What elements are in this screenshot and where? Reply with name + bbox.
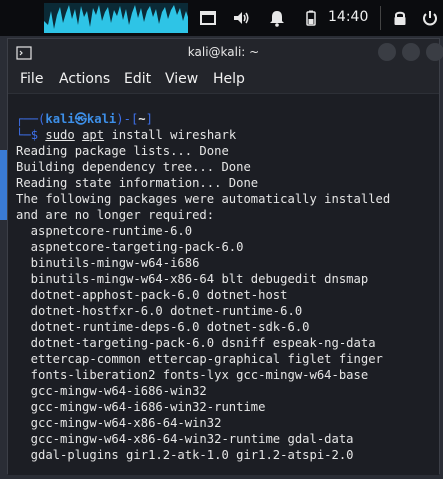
menu-edit[interactable]: Edit <box>124 71 151 87</box>
output-line: ettercap-common ettercap-graphical figle… <box>16 352 383 366</box>
menu-file[interactable]: File <box>20 71 43 87</box>
volume-icon[interactable] <box>231 8 251 28</box>
maximize-button[interactable] <box>402 43 420 61</box>
menu-help[interactable]: Help <box>213 71 245 87</box>
output-line: dotnet-hostfxr-6.0 dotnet-runtime-6.0 <box>16 304 303 318</box>
output-line: Reading package lists... Done <box>16 144 229 158</box>
menu-bar: File Actions Edit View Help <box>8 67 439 94</box>
output-line: gcc-mingw-w64-x86-64-win32-runtime gdal-… <box>16 432 354 446</box>
output-line: binutils-mingw-w64-x86-64 blt debugedit … <box>16 272 369 286</box>
output-line: aspnetcore-targeting-pack-6.0 <box>16 240 244 254</box>
output-line: The following packages were automaticall… <box>16 192 391 206</box>
title-bar[interactable]: kali@kali: ~ <box>8 39 443 67</box>
clock[interactable]: 14:40 <box>328 9 368 25</box>
output-line: dotnet-runtime-deps-6.0 dotnet-sdk-6.0 <box>16 320 310 334</box>
window-title: kali@kali: ~ <box>187 45 260 59</box>
menu-actions[interactable]: Actions <box>59 71 110 87</box>
cpu-graph-icon <box>44 5 188 33</box>
output-line: dotnet-apphost-pack-6.0 dotnet-host <box>16 288 288 302</box>
minimize-button[interactable] <box>378 43 396 61</box>
output-line: gcc-mingw-w64-i686-win32 <box>16 384 207 398</box>
terminal-output[interactable]: ┌──(kali㉿kali)-[~] └─$ sudo apt install … <box>8 94 439 475</box>
power-icon[interactable] <box>420 8 440 28</box>
output-line: binutils-mingw-w64-i686 <box>16 256 200 270</box>
close-button[interactable] <box>426 43 443 61</box>
output-line: aspnetcore-runtime-6.0 <box>16 224 193 238</box>
output-line: fonts-liberation2 fonts-lyx gcc-mingw-w6… <box>16 368 369 382</box>
lock-icon[interactable] <box>390 8 410 28</box>
cpu-usage-graph <box>44 3 188 33</box>
window-icon[interactable] <box>198 8 218 28</box>
top-panel: 14:40 <box>0 0 443 36</box>
output-line: Reading state information... Done <box>16 176 259 190</box>
terminal-window: kali@kali: ~ File Actions Edit View Help… <box>7 38 443 475</box>
output-line: and are no longer required: <box>16 208 215 222</box>
output-line: Building dependency tree... Done <box>16 160 251 174</box>
prompt-line-2: └─$ sudo apt install wireshark <box>16 128 237 142</box>
prompt-line-1: ┌──(kali㉿kali)-[~] <box>16 112 153 126</box>
output-line: dotnet-targeting-pack-6.0 dsniff espeak-… <box>16 336 376 350</box>
output-line: gcc-mingw-w64-x86-64-win32 <box>16 416 222 430</box>
output-line: gdal-plugins gir1.2-atk-1.0 gir1.2-atspi… <box>16 448 354 462</box>
output-line: gcc-mingw-w64-i686-win32-runtime <box>16 400 266 414</box>
bell-icon[interactable] <box>267 8 287 28</box>
battery-icon[interactable] <box>301 8 321 28</box>
panel-separator <box>380 6 381 30</box>
menu-view[interactable]: View <box>165 71 198 87</box>
